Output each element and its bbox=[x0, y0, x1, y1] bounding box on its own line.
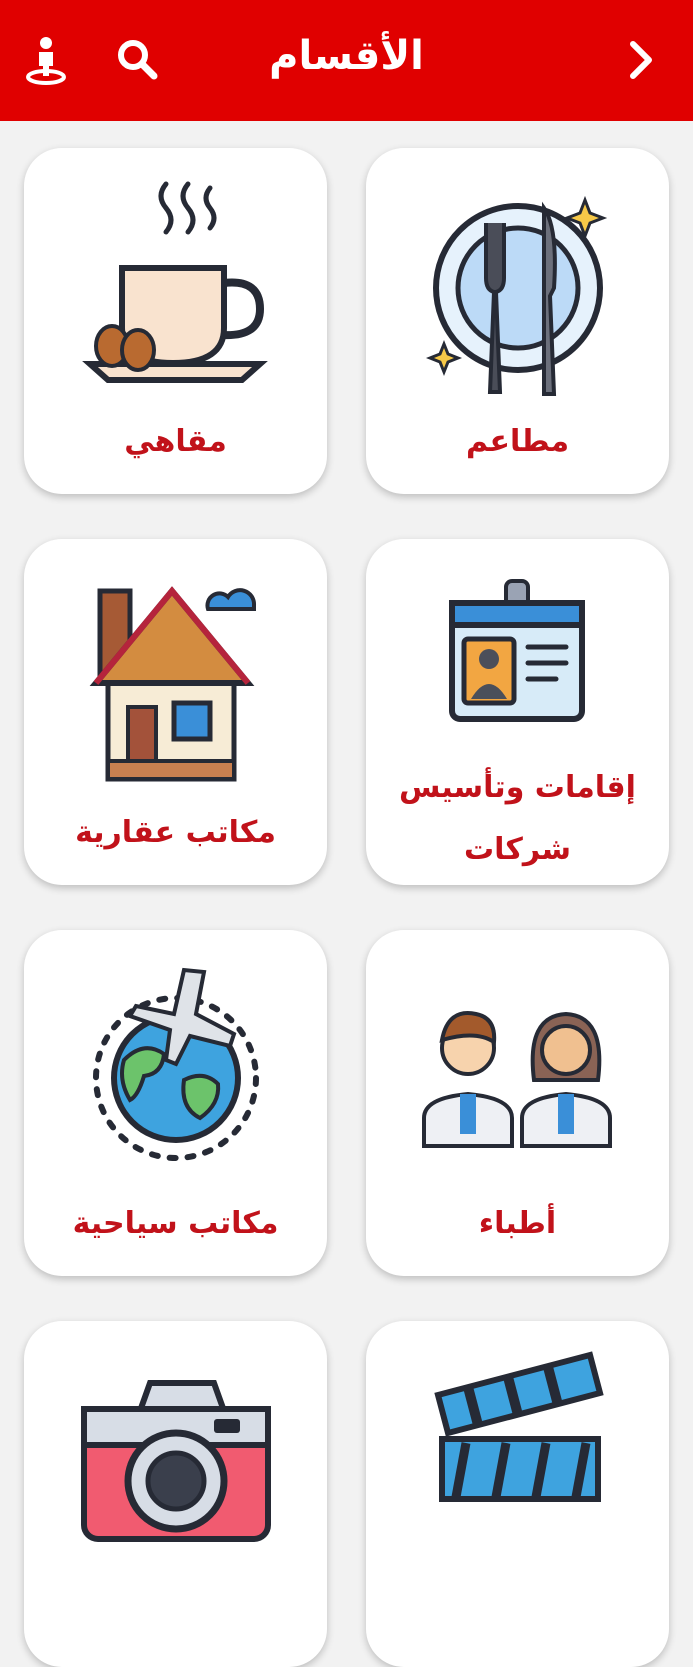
category-card-doctors[interactable]: أطباء bbox=[366, 930, 669, 1276]
category-label: مقاهي bbox=[124, 424, 227, 459]
category-card-real-estate[interactable]: مكاتب عقارية bbox=[24, 539, 327, 885]
search-icon[interactable] bbox=[108, 30, 168, 90]
category-card-restaurants[interactable]: مطاعم bbox=[366, 148, 669, 494]
category-card-residency-companies[interactable]: إقامات وتأسيس شركات bbox=[366, 539, 669, 885]
top-app-bar: الأقسام bbox=[0, 0, 693, 121]
house-icon bbox=[89, 586, 256, 782]
person-location-icon[interactable] bbox=[16, 30, 76, 90]
category-label: مكاتب سياحية bbox=[72, 1206, 279, 1241]
travel-globe-icon bbox=[93, 967, 259, 1161]
category-card-cafes[interactable]: مقاهي bbox=[24, 148, 327, 494]
category-label: مطاعم bbox=[465, 424, 570, 459]
clapperboard-icon bbox=[434, 1351, 604, 1502]
category-label: أطباء bbox=[478, 1206, 557, 1241]
category-card-camera[interactable] bbox=[24, 1321, 327, 1667]
category-label: مكاتب عقارية bbox=[75, 815, 276, 850]
doctors-icon bbox=[422, 1011, 612, 1148]
page-title: الأقسام bbox=[269, 33, 424, 79]
camera-icon bbox=[81, 1380, 271, 1542]
chevron-right-icon[interactable] bbox=[610, 30, 670, 90]
category-card-travel-agencies[interactable]: مكاتب سياحية bbox=[24, 930, 327, 1276]
restaurant-icon bbox=[425, 195, 608, 396]
category-card-clapperboard[interactable] bbox=[366, 1321, 669, 1667]
category-label: إقامات وتأسيس شركات bbox=[399, 770, 636, 867]
coffee-cup-icon bbox=[82, 181, 268, 383]
